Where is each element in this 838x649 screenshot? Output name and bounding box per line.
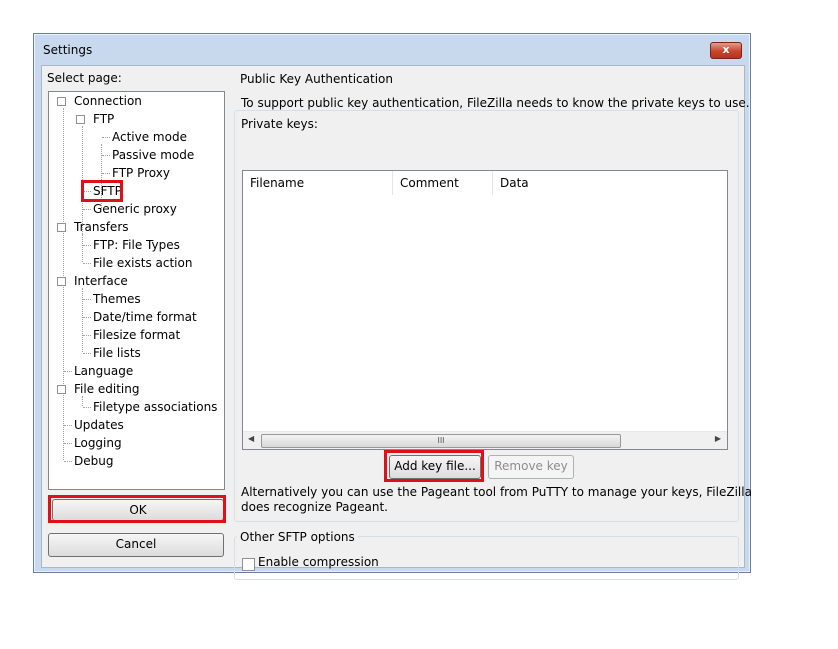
tree-item-label: Filesize format [93, 328, 181, 342]
tree-item-label: File exists action [93, 256, 193, 270]
select-page-label: Select page: [47, 71, 122, 85]
settings-page-tree[interactable]: ⊟ Connection ⊟ FTP Active mode Passive m… [48, 91, 225, 490]
tree-item-label: FTP [93, 112, 115, 126]
tree-guide [83, 335, 91, 336]
tree-guide [83, 407, 91, 408]
tree-item-label: FTP Proxy [112, 166, 170, 180]
tree-item-language[interactable]: Language [74, 362, 133, 380]
tree-item-label: Themes [93, 292, 141, 306]
tree-guide [64, 461, 72, 462]
window-title: Settings [43, 43, 93, 57]
tree-guide [64, 371, 72, 372]
tree-item-label: Active mode [112, 130, 187, 144]
tree-item-ftp-file-types[interactable]: FTP: File Types [93, 236, 180, 254]
tree-guide [83, 353, 91, 354]
pubkey-description: To support public key authentication, Fi… [241, 96, 750, 110]
tree-item-filetype-associations[interactable]: Filetype associations [93, 398, 217, 416]
tree-item-label: Date/time format [93, 310, 197, 324]
tree-item-filesize-format[interactable]: Filesize format [93, 326, 180, 344]
tree-item-label: File lists [93, 346, 141, 360]
column-header-filename[interactable]: Filename [243, 171, 393, 195]
tree-item-passive-mode[interactable]: Passive mode [112, 146, 194, 164]
collapse-icon[interactable]: ⊟ [57, 223, 66, 232]
scroll-right-icon[interactable]: ▶ [715, 434, 721, 443]
tree-guide [102, 155, 110, 156]
tree-item-label: File editing [74, 382, 140, 396]
tree-item-label: Transfers [74, 220, 129, 234]
sftp-highlight-box [81, 180, 123, 202]
column-header-comment[interactable]: Comment [393, 171, 493, 195]
tree-item-date-time-format[interactable]: Date/time format [93, 308, 197, 326]
tree-guide [64, 443, 72, 444]
tree-guide [82, 234, 83, 262]
pageant-note-line2: does recognize Pageant. [241, 500, 388, 514]
tree-item-themes[interactable]: Themes [93, 290, 141, 308]
tree-item-label: Interface [74, 274, 128, 288]
tree-guide [82, 288, 83, 352]
tree-item-label: FTP: File Types [93, 238, 180, 252]
pageant-note-line1: Alternatively you can use the Pageant to… [241, 485, 752, 499]
tree-item-file-lists[interactable]: File lists [93, 344, 141, 362]
tree-guide [102, 137, 110, 138]
settings-dialog: Settings x Select page: ⊟ Connection ⊟ F… [33, 33, 752, 580]
other-sftp-options-title: Other SFTP options [237, 530, 358, 544]
collapse-icon[interactable]: ⊟ [57, 277, 66, 286]
tree-item-label: Debug [74, 454, 114, 468]
scroll-left-icon[interactable]: ◀ [248, 434, 254, 443]
tree-item-label: Generic proxy [93, 202, 177, 216]
tree-guide [83, 317, 91, 318]
tree-item-debug[interactable]: Debug [74, 452, 113, 470]
private-keys-list[interactable]: Filename Comment Data ◀ III ▶ [242, 170, 728, 450]
tree-item-file-exists-action[interactable]: File exists action [93, 254, 192, 272]
tree-item-label: Filetype associations [93, 400, 218, 414]
public-key-auth-title: Public Key Authentication [237, 72, 396, 86]
tree-item-updates[interactable]: Updates [74, 416, 124, 434]
tree-guide [64, 425, 72, 426]
horizontal-scrollbar[interactable]: ◀ III ▶ [243, 431, 727, 449]
tree-guide [102, 173, 110, 174]
tree-item-generic-proxy[interactable]: Generic proxy [93, 200, 177, 218]
close-button[interactable]: x [710, 42, 742, 59]
tree-item-label: Logging [74, 436, 122, 450]
tree-item-label: Language [74, 364, 134, 378]
tree-item-logging[interactable]: Logging [74, 434, 122, 452]
add-key-highlight-box [384, 450, 484, 482]
collapse-icon[interactable]: ⊟ [76, 115, 85, 124]
private-keys-label: Private keys: [241, 117, 318, 131]
ok-highlight-box [48, 495, 226, 523]
tree-item-label: Connection [74, 94, 142, 108]
collapse-icon[interactable]: ⊟ [57, 385, 66, 394]
enable-compression-checkbox[interactable] [242, 558, 255, 571]
tree-guide [83, 263, 91, 264]
tree-item-label: Passive mode [112, 148, 195, 162]
tree-item-active-mode[interactable]: Active mode [112, 128, 187, 146]
cancel-button[interactable]: Cancel [48, 533, 224, 557]
close-icon: x [722, 43, 730, 56]
tree-guide [83, 245, 91, 246]
tree-guide [83, 299, 91, 300]
column-header-data[interactable]: Data [493, 171, 726, 195]
collapse-icon[interactable]: ⊟ [57, 97, 66, 106]
tree-guide [83, 209, 91, 210]
tree-item-label: Updates [74, 418, 124, 432]
enable-compression-label[interactable]: Enable compression [258, 555, 379, 569]
title-bar[interactable]: Settings x [34, 34, 750, 64]
scrollbar-thumb[interactable]: III [261, 434, 621, 448]
dialog-client-area: Select page: ⊟ Connection ⊟ FTP Active m… [41, 65, 752, 580]
remove-key-button[interactable]: Remove key [488, 455, 574, 479]
